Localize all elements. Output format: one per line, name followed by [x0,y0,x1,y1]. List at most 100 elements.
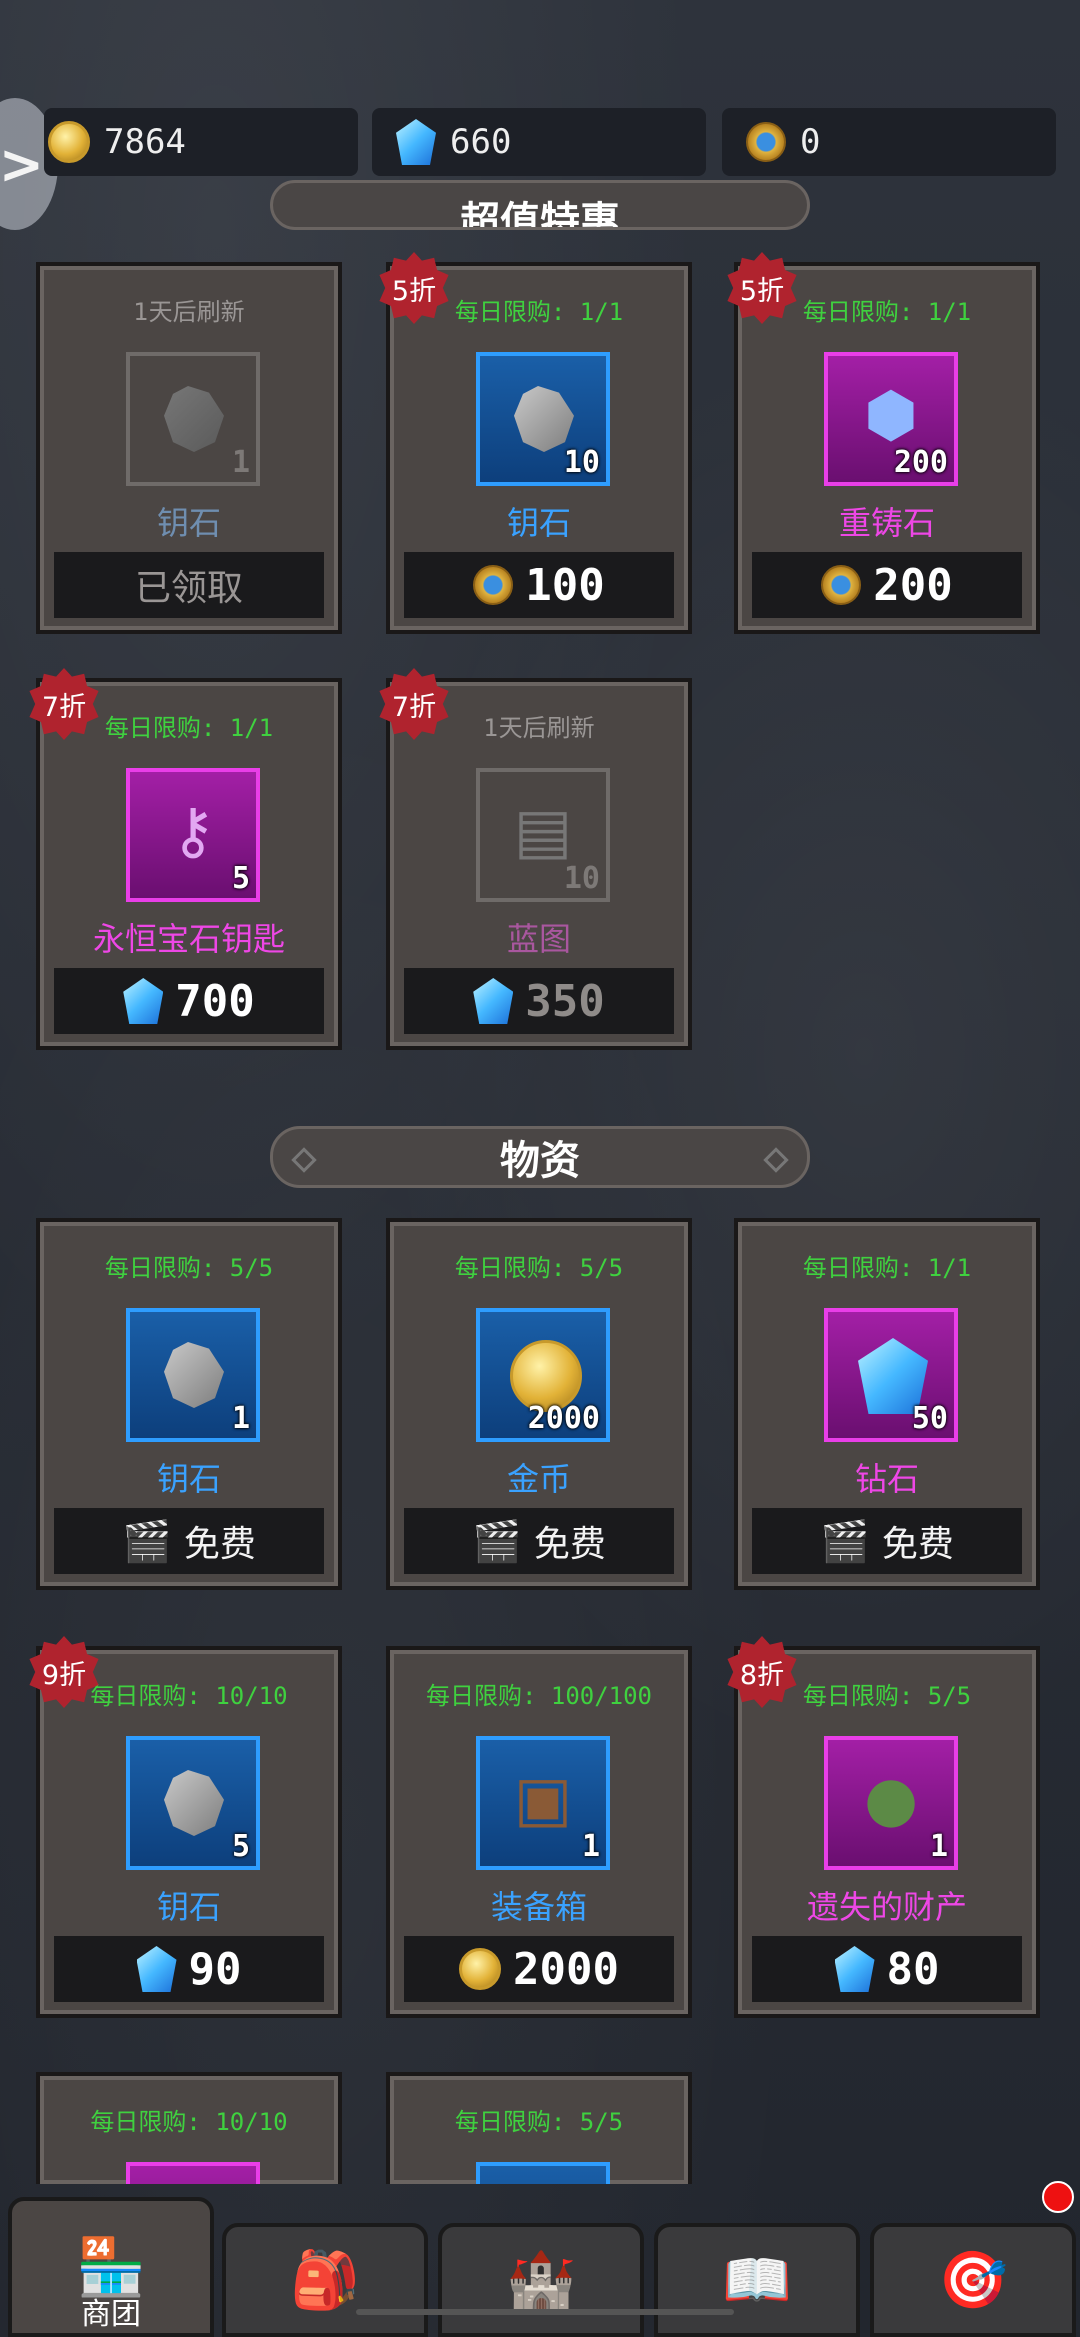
key-icon: ⚷ [170,794,216,867]
shop-item-card[interactable]: 每日限购: 100/100 ▣ 1 装备箱 2000 [386,1646,692,2018]
shop-item-card[interactable]: 9折 每日限购: 10/10 5 钥石 90 [29,1636,342,2018]
shop-item-card[interactable]: 每日限购: 5/5 2000 金币 🎬 免费 [386,1218,692,1590]
video-clapper-icon: 🎬 [122,1518,172,1565]
home-indicator [356,2309,734,2315]
nav-tab-target[interactable]: 🎯 [870,2223,1076,2337]
nav-tab-backpack[interactable]: 🎒 [222,2223,428,2337]
nav-tab-shop[interactable]: 🏪 商团 [8,2197,214,2337]
blueprint-icon: ▤ [513,794,573,867]
item-icon-frame: ⬢ 200 [824,352,958,486]
notification-dot [1042,2181,1074,2213]
item-quantity: 10 [563,861,600,896]
buy-button[interactable]: 100 [404,552,674,618]
item-name: 钥石 [156,1888,221,1926]
item-icon-frame: ⚷ 5 [126,768,260,902]
shop-item-card[interactable]: 7折 1天后刷新 ▤ 10 蓝图 350 [379,668,692,1050]
item-icon-frame: ● 1 [824,1736,958,1870]
nav-tab-label: 商团 [81,2297,141,2332]
diamond-ornament-left [291,1147,317,1173]
token-icon [821,565,862,605]
item-icon-frame: 50 [824,1308,958,1442]
item-quantity: 10 [563,445,600,480]
shop-item-card[interactable]: 每日限购: 5/5 1 钥石 🎬 免费 [36,1218,342,1590]
shop-item-card[interactable]: 5折 每日限购: 1/1 10 钥石 100 [379,252,692,634]
item-name: 钥石 [156,1460,221,1498]
purchase-limit-text: 每日限购: 5/5 [454,2108,624,2136]
shop-item-card[interactable]: 8折 每日限购: 5/5 ● 1 遗失的财产 80 [727,1636,1040,2018]
currency-bar: 7864 660 0 [0,108,1080,180]
bag-icon: ● [863,1762,919,1835]
item-icon-frame: 2000 [476,1308,610,1442]
gold-value: 7864 [104,122,186,162]
purchase-limit-text: 1天后刷新 [133,298,245,326]
diamond-value: 660 [450,122,512,162]
item-name: 钥石 [156,504,221,542]
buy-button[interactable]: 🎬 免费 [404,1508,674,1574]
diamond-icon [473,978,514,1024]
diamond-counter[interactable]: 660 [372,108,706,176]
buy-button[interactable]: 2000 [404,1936,674,2002]
key-stone-icon [164,386,224,452]
target-icon: 🎯 [938,2248,1008,2313]
shop-item-card[interactable]: 每日限购: 10/10 [36,2072,342,2184]
gold-coin-icon [48,121,90,163]
key-stone-icon [164,1342,224,1408]
item-quantity: 5 [231,861,250,896]
price-text: 免费 [533,1524,606,1565]
item-name: 金币 [506,1460,571,1498]
item-quantity: 1 [929,1829,948,1864]
nav-tab-castle[interactable]: 🏰 [438,2223,644,2337]
buy-button[interactable]: 90 [54,1936,324,2002]
shop-item-card[interactable]: 5折 每日限购: 1/1 ⬢ 200 重铸石 200 [727,252,1040,634]
price-text: 免费 [183,1524,256,1565]
item-quantity: 50 [911,1401,948,1436]
price-value: 80 [886,1943,940,1995]
purchase-limit-text: 每日限购: 5/5 [454,1254,624,1282]
nav-tab-book[interactable]: 📖 [654,2223,860,2337]
item-name: 遗失的财产 [806,1888,967,1926]
token-icon [473,565,514,605]
token-value: 0 [800,122,821,162]
diamond-icon [136,1946,177,1992]
shop-item-card[interactable]: 1天后刷新 1 钥石已领取 [36,262,342,634]
book-icon: 📖 [722,2248,792,2313]
buy-button[interactable]: 🎬 免费 [54,1508,324,1574]
item-quantity: 1 [231,1401,250,1436]
shop-item-card[interactable]: 7折 每日限购: 1/1 ⚷ 5 永恒宝石钥匙 700 [29,668,342,1050]
purchase-limit-text: 每日限购: 5/5 [104,1254,274,1282]
castle-icon: 🏰 [506,2248,576,2313]
buy-button[interactable]: 80 [752,1936,1022,2002]
price-value: 90 [188,1943,242,1995]
item-icon-frame: 1 [126,1308,260,1442]
item-quantity: 2000 [527,1401,600,1436]
buy-button[interactable]: 200 [752,552,1022,618]
reforge-stone-icon: ⬢ [863,378,919,451]
buy-button[interactable]: 已领取 [54,552,324,618]
token-counter[interactable]: 0 [722,108,1056,176]
item-quantity: 1 [581,1829,600,1864]
buy-button[interactable]: 🎬 免费 [752,1508,1022,1574]
item-icon-frame: 1 [126,352,260,486]
item-name: 钥石 [506,504,571,542]
section-title-supplies: 物资 [270,1126,810,1188]
shop-item-card[interactable]: 每日限购: 5/5 [386,2072,692,2184]
price-value: 200 [873,559,953,611]
backpack-icon: 🎒 [290,2248,360,2313]
item-icon-frame: ▣ 1 [476,1736,610,1870]
buy-button[interactable]: 700 [54,968,324,1034]
price-value: 350 [525,975,605,1027]
section-title-supplies-text: 物资 [500,1138,580,1184]
price-value: 700 [175,975,255,1027]
video-clapper-icon: 🎬 [472,1518,522,1565]
item-name: 钻石 [854,1460,919,1498]
gold-counter[interactable]: 7864 [44,108,358,176]
purchase-limit-text: 每日限购: 1/1 [802,1254,972,1282]
shop-item-card[interactable]: 每日限购: 1/1 50 钻石 🎬 免费 [734,1218,1040,1590]
item-name: 重铸石 [838,504,935,542]
section-title-deals: 超值特惠 [270,180,810,230]
diamond-icon [834,1946,875,1992]
diamond-icon [396,119,436,165]
item-quantity: 200 [893,445,948,480]
buy-button[interactable]: 350 [404,968,674,1034]
item-name: 蓝图 [506,920,571,958]
